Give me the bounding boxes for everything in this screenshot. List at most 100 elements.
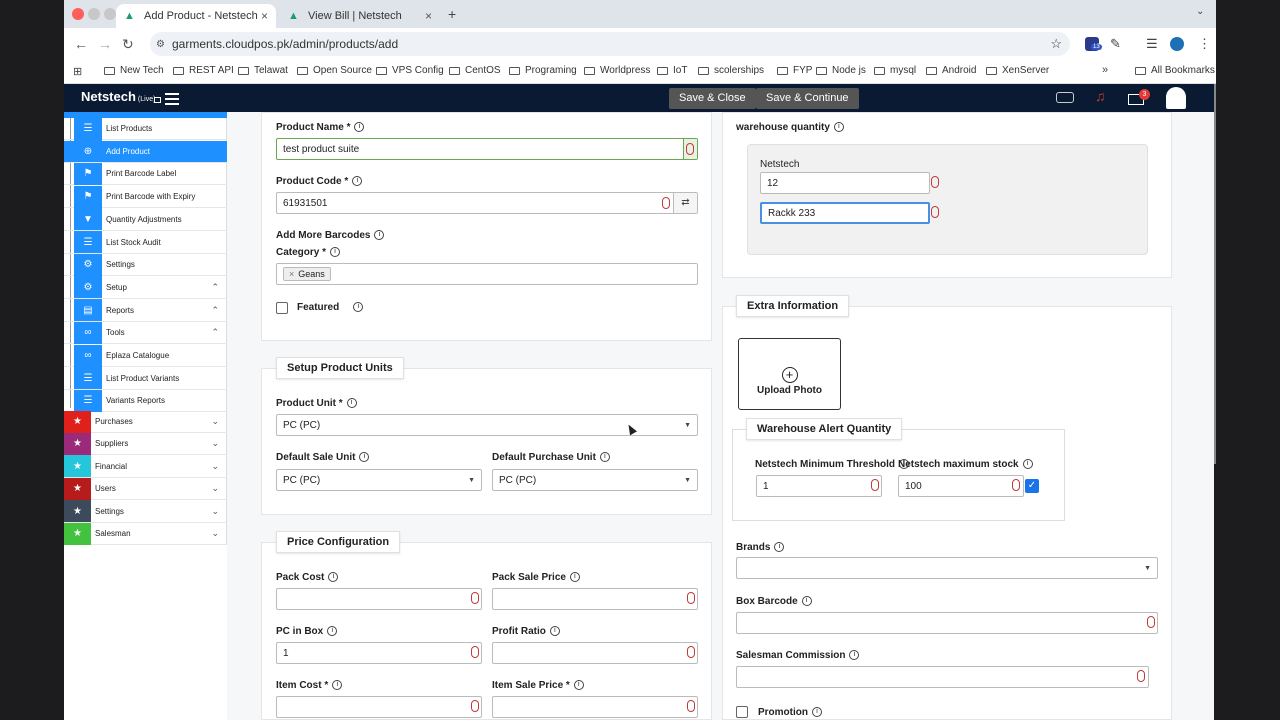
pc-in-box-input[interactable]: 1	[276, 642, 482, 664]
save-continue-button[interactable]: Save & Continue	[756, 88, 859, 109]
box-barcode-input[interactable]	[736, 612, 1158, 634]
sidebar-item[interactable]: ⊕ Add Product	[64, 140, 227, 163]
shuffle-code-icon[interactable]: ⇄	[673, 193, 697, 213]
sidebar-item[interactable]: ☰ List Product Variants	[64, 367, 227, 390]
sidebar-item[interactable]: ⚙ Settings	[64, 253, 227, 277]
forward-icon[interactable]: →	[98, 36, 112, 52]
product-unit-select[interactable]: PC (PC) ▼	[276, 414, 698, 436]
item-cost-input[interactable]	[276, 696, 482, 718]
bookmark-folder[interactable]: FYP	[777, 65, 812, 76]
pack-sale-price-input[interactable]	[492, 588, 698, 610]
sidebar-item[interactable]: ☰ List Products	[64, 117, 227, 140]
mic-icon[interactable]	[687, 700, 695, 712]
browser-tab-add-product[interactable]: ▲ Add Product - Netstech ×	[116, 4, 276, 28]
minimize-window-button[interactable]	[88, 8, 100, 20]
commission-input[interactable]	[736, 666, 1149, 688]
bookmark-folder[interactable]: IoT	[657, 65, 687, 76]
product-code-input[interactable]: 61931501	[276, 192, 698, 214]
user-avatar-icon[interactable]	[1166, 87, 1186, 109]
mic-icon[interactable]	[471, 646, 479, 658]
sidebar-item[interactable]: ⚑ Print Barcode Label	[64, 162, 227, 186]
sidebar-item[interactable]: ☰ Variants Reports	[64, 389, 227, 413]
max-stock-checkbox[interactable]: ✓	[1025, 479, 1039, 493]
bookmark-folder[interactable]: XenServer	[986, 65, 1049, 76]
mic-icon[interactable]	[1137, 670, 1145, 682]
brand-logo[interactable]: Netstech (Live)	[81, 89, 155, 104]
sidebar-item[interactable]: ▤ Reports ⌃	[64, 299, 227, 322]
bookmark-folder[interactable]: Open Source	[297, 65, 372, 76]
min-threshold-input[interactable]: 1	[756, 475, 882, 497]
sidebar-category[interactable]: ★ Financial ⌄	[64, 455, 227, 478]
all-bookmarks[interactable]: All Bookmarks	[1135, 65, 1215, 76]
promotion-checkbox[interactable]	[736, 706, 748, 718]
mic-icon[interactable]	[1147, 616, 1155, 628]
category-tag[interactable]: × Geans	[283, 267, 331, 281]
reload-icon[interactable]: ↻	[122, 36, 134, 53]
pos-register-icon[interactable]	[1056, 92, 1074, 103]
bookmark-folder[interactable]: VPS Config	[376, 65, 444, 76]
sidebar-item[interactable]: ▼ Quantity Adjustments	[64, 208, 227, 231]
bell-icon[interactable]: ♫	[1095, 88, 1106, 104]
browser-tab-view-bill[interactable]: ▲ View Bill | Netstech ×	[280, 4, 440, 28]
mic-icon[interactable]	[931, 176, 939, 188]
mic-icon[interactable]	[1012, 479, 1020, 491]
new-tab-icon[interactable]: +	[448, 6, 456, 22]
mic-icon[interactable]	[871, 479, 879, 491]
bookmark-star-icon[interactable]: ☆	[1050, 36, 1062, 52]
rack-input[interactable]: Rackk 233	[760, 202, 930, 224]
tab-search-icon[interactable]: ⌄	[1196, 6, 1204, 17]
item-sale-price-input[interactable]	[492, 696, 698, 718]
page-scrollbar[interactable]	[1214, 84, 1216, 464]
bookmark-folder[interactable]: New Tech	[104, 65, 164, 76]
profit-ratio-input[interactable]	[492, 642, 698, 664]
save-close-button[interactable]: Save & Close	[669, 88, 756, 109]
site-info-icon[interactable]: ⚙	[156, 39, 165, 50]
back-icon[interactable]: ←	[74, 36, 88, 52]
sidebar-category[interactable]: ★ Salesman ⌄	[64, 522, 227, 545]
bookmark-folder[interactable]: Node js	[816, 65, 866, 76]
close-window-button[interactable]	[72, 8, 84, 20]
product-name-input[interactable]: test product suite	[276, 138, 698, 160]
bookmark-folder[interactable]: CentOS	[449, 65, 501, 76]
bookmark-folder[interactable]: Worldpress	[584, 65, 650, 76]
address-bar[interactable]: ⚙ garments.cloudpos.pk/admin/products/ad…	[150, 32, 1070, 56]
sidebar-item[interactable]: ⚙ Setup ⌃	[64, 276, 227, 299]
sidebar-category[interactable]: ★ Suppliers ⌄	[64, 432, 227, 456]
puzzle-extensions-icon[interactable]: ✎	[1110, 36, 1121, 52]
bookmark-folder[interactable]: Telawat	[238, 65, 288, 76]
sale-unit-select[interactable]: PC (PC) ▼	[276, 469, 482, 491]
hamburger-menu-icon[interactable]	[165, 93, 179, 105]
purchase-unit-select[interactable]: PC (PC) ▼	[492, 469, 698, 491]
max-stock-input[interactable]: 100	[898, 475, 1024, 497]
mic-icon[interactable]	[662, 197, 670, 209]
mic-icon[interactable]	[687, 592, 695, 604]
brands-select[interactable]: ▼	[736, 557, 1158, 579]
remove-tag-icon[interactable]: ×	[289, 269, 294, 279]
add-barcodes-label[interactable]: Add More Barcodes i	[276, 230, 385, 241]
bookmark-folder[interactable]: REST API	[173, 65, 234, 76]
featured-checkbox[interactable]	[276, 302, 288, 314]
warehouse-qty-input[interactable]: 12	[760, 172, 930, 194]
bookmark-folder[interactable]: Programing	[509, 65, 577, 76]
mic-icon[interactable]	[471, 592, 479, 604]
sidebar-item[interactable]: ☰ List Stock Audit	[64, 231, 227, 254]
sidebar-category[interactable]: ★ Purchases ⌄	[64, 410, 227, 433]
mic-icon[interactable]	[931, 206, 939, 218]
sidebar-category[interactable]: ★ Users ⌄	[64, 477, 227, 501]
category-select[interactable]: × Geans	[276, 263, 698, 285]
profile-avatar[interactable]	[1170, 37, 1184, 51]
upload-photo-button[interactable]: + Upload Photo	[738, 338, 841, 410]
bookmark-folder[interactable]: scolerships	[698, 65, 764, 76]
sidebar-item[interactable]: ⚑ Print Barcode with Expiry	[64, 185, 227, 209]
tab-close-icon[interactable]: ×	[261, 9, 268, 23]
bookmark-folder[interactable]: Android	[926, 65, 976, 76]
bookmark-folder[interactable]: mysql	[874, 65, 916, 76]
mic-icon[interactable]	[471, 700, 479, 712]
sidebar-category[interactable]: ★ Settings ⌄	[64, 500, 227, 523]
pack-cost-input[interactable]	[276, 588, 482, 610]
media-controls-icon[interactable]: ☰	[1146, 36, 1158, 52]
tab-close-icon[interactable]: ×	[425, 9, 432, 23]
apps-grid-icon[interactable]: ⊞	[73, 65, 82, 78]
browser-menu-icon[interactable]: ⋮	[1198, 36, 1211, 52]
more-bookmarks-icon[interactable]: »	[1102, 64, 1108, 76]
